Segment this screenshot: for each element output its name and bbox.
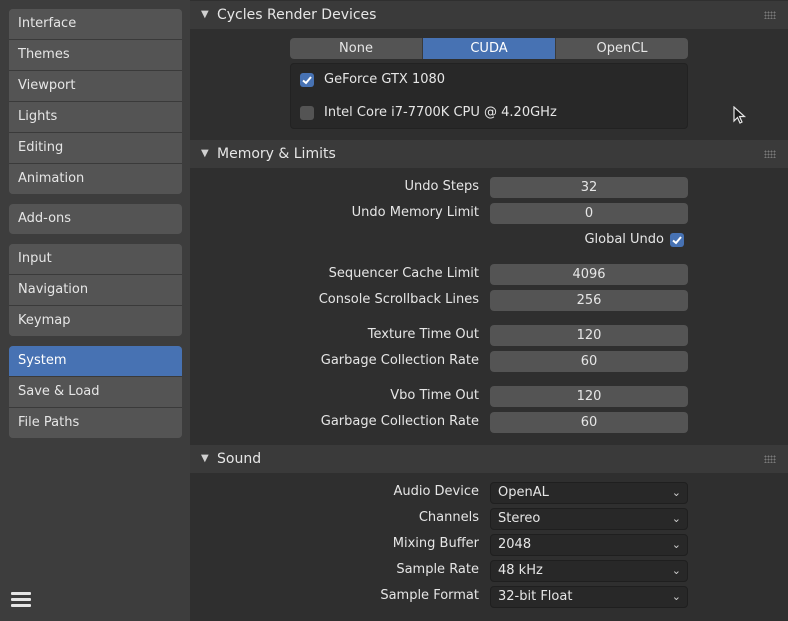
sidebar-item-addons[interactable]: Add-ons [9, 204, 182, 234]
vbo-timeout-label: Vbo Time Out [390, 388, 479, 403]
sidebar-item-animation[interactable]: Animation [9, 164, 182, 194]
checkmark-icon [302, 76, 312, 85]
sidebar-item-input[interactable]: Input [9, 244, 182, 275]
tab-opencl[interactable]: OpenCL [556, 38, 688, 59]
preferences-main-area: ▼ Cycles Render Devices None CUDA OpenCL… [190, 0, 788, 621]
checkbox-checked[interactable] [300, 73, 314, 87]
checkbox-unchecked[interactable] [300, 106, 314, 120]
audio-device-label: Audio Device [393, 484, 479, 499]
triangle-down-icon: ▼ [201, 148, 209, 159]
sidebar-item-file-paths[interactable]: File Paths [9, 408, 182, 438]
chevron-down-icon: ⌄ [671, 512, 681, 525]
undo-memory-label: Undo Memory Limit [351, 205, 479, 220]
sample-rate-label: Sample Rate [396, 562, 479, 577]
drag-grip-icon[interactable] [764, 455, 776, 463]
dropdown-value: OpenAL [498, 485, 549, 500]
global-undo-toggle[interactable]: Global Undo [580, 231, 690, 249]
sequencer-cache-field[interactable]: 4096 [490, 264, 688, 285]
sidebar-item-editing[interactable]: Editing [9, 133, 182, 164]
sequencer-cache-label: Sequencer Cache Limit [328, 266, 479, 281]
dropdown-value: Stereo [498, 511, 541, 526]
texture-timeout-field[interactable]: 120 [490, 325, 688, 346]
dropdown-value: 2048 [498, 537, 532, 552]
undo-memory-field[interactable]: 0 [490, 203, 688, 224]
panel-title: Cycles Render Devices [217, 7, 377, 23]
console-scrollback-label: Console Scrollback Lines [318, 292, 479, 307]
channels-label: Channels [418, 510, 479, 525]
chevron-down-icon: ⌄ [671, 564, 681, 577]
mixing-buffer-label: Mixing Buffer [392, 536, 479, 551]
chevron-down-icon: ⌄ [671, 538, 681, 551]
sidebar-item-system[interactable]: System [9, 346, 182, 377]
dropdown-value: 32-bit Float [498, 589, 573, 604]
panel-header-memory[interactable]: ▼ Memory & Limits [190, 140, 788, 168]
vbo-timeout-field[interactable]: 120 [490, 386, 688, 407]
panel-header-sound[interactable]: ▼ Sound [190, 445, 788, 473]
texture-gc-rate-label: Garbage Collection Rate [320, 353, 479, 368]
device-name: Intel Core i7-7700K CPU @ 4.20GHz [324, 105, 557, 120]
checkbox-checked[interactable] [670, 233, 684, 247]
sidebar-item-navigation[interactable]: Navigation [9, 275, 182, 306]
chevron-down-icon: ⌄ [671, 486, 681, 499]
sample-format-dropdown[interactable]: 32-bit Float ⌄ [490, 586, 688, 608]
sidebar-item-themes[interactable]: Themes [9, 40, 182, 71]
device-list: GeForce GTX 1080 Intel Core i7-7700K CPU… [290, 63, 688, 129]
console-scrollback-field[interactable]: 256 [490, 290, 688, 311]
sidebar-item-save-load[interactable]: Save & Load [9, 377, 182, 408]
nav-group-display: Interface Themes Viewport Lights Editing… [9, 9, 182, 194]
checkmark-icon [672, 236, 682, 245]
panel-header-cycles[interactable]: ▼ Cycles Render Devices [190, 1, 788, 29]
hamburger-menu-icon[interactable] [10, 589, 32, 611]
sidebar-item-keymap[interactable]: Keymap [9, 306, 182, 336]
device-gpu-toggle[interactable]: GeForce GTX 1080 [300, 70, 660, 90]
triangle-down-icon: ▼ [201, 453, 209, 464]
sample-format-label: Sample Format [380, 588, 479, 603]
triangle-down-icon: ▼ [201, 9, 209, 20]
texture-timeout-label: Texture Time Out [367, 327, 479, 342]
chevron-down-icon: ⌄ [671, 590, 681, 603]
drag-grip-icon[interactable] [764, 11, 776, 19]
panel-title: Memory & Limits [217, 146, 336, 162]
device-cpu-toggle[interactable]: Intel Core i7-7700K CPU @ 4.20GHz [300, 103, 660, 123]
mixing-buffer-dropdown[interactable]: 2048 ⌄ [490, 534, 688, 556]
compute-device-tabs: None CUDA OpenCL [290, 38, 688, 59]
channels-dropdown[interactable]: Stereo ⌄ [490, 508, 688, 530]
nav-group-input: Input Navigation Keymap [9, 244, 182, 336]
vbo-gc-rate-label: Garbage Collection Rate [320, 414, 479, 429]
sample-rate-dropdown[interactable]: 48 kHz ⌄ [490, 560, 688, 582]
nav-group-system: System Save & Load File Paths [9, 346, 182, 438]
sidebar-item-viewport[interactable]: Viewport [9, 71, 182, 102]
nav-group-addons: Add-ons [9, 204, 182, 234]
panel-title: Sound [217, 451, 262, 467]
undo-steps-label: Undo Steps [404, 179, 479, 194]
device-name: GeForce GTX 1080 [324, 72, 446, 87]
mouse-pointer-icon [733, 106, 747, 124]
sidebar-item-interface[interactable]: Interface [9, 9, 182, 40]
preferences-sidebar: Interface Themes Viewport Lights Editing… [0, 0, 190, 621]
global-undo-label: Global Undo [584, 232, 664, 247]
drag-grip-icon[interactable] [764, 150, 776, 158]
sidebar-item-lights[interactable]: Lights [9, 102, 182, 133]
vbo-gc-rate-field[interactable]: 60 [490, 412, 688, 433]
dropdown-value: 48 kHz [498, 563, 543, 578]
tab-none[interactable]: None [290, 38, 423, 59]
tab-cuda[interactable]: CUDA [423, 38, 556, 59]
undo-steps-field[interactable]: 32 [490, 177, 688, 198]
texture-gc-rate-field[interactable]: 60 [490, 351, 688, 372]
audio-device-dropdown[interactable]: OpenAL ⌄ [490, 482, 688, 504]
